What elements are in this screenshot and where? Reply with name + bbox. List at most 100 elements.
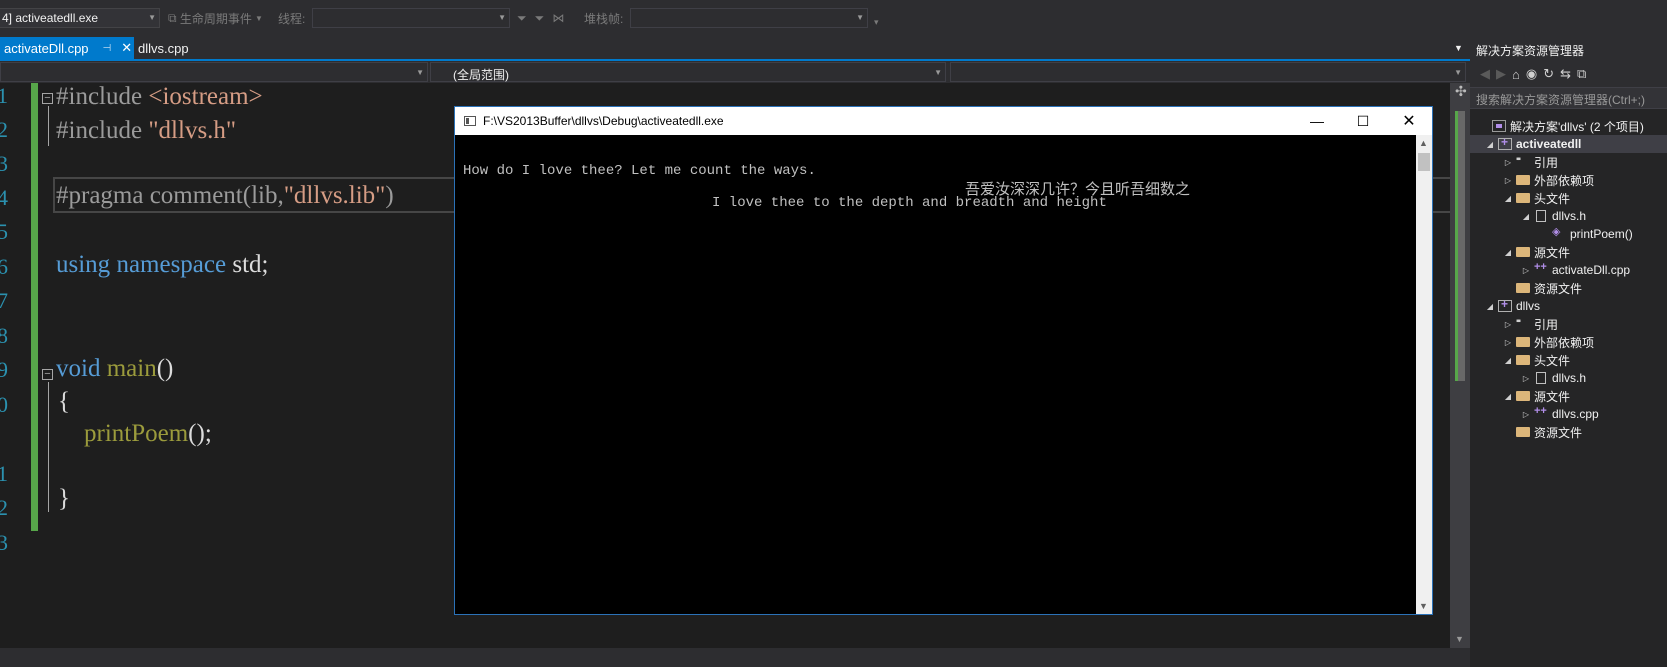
tree-item-external-deps[interactable]: ▷ 外部依赖项: [1502, 171, 1594, 189]
tree-arrow[interactable]: ▷: [1520, 374, 1532, 383]
maximize-icon[interactable]: ☐: [1340, 107, 1386, 135]
tree-item-project-dllvs[interactable]: ◢ dllvs: [1484, 297, 1540, 315]
tree-item-label: activateDll.cpp: [1552, 263, 1631, 277]
minimize-icon[interactable]: —: [1294, 107, 1340, 135]
editor-vertical-scrollbar[interactable]: ✣ ▼: [1450, 83, 1470, 648]
stack-frame-label: 堆栈帧:: [584, 11, 624, 26]
tree-item-references[interactable]: ▷ 引用: [1502, 315, 1558, 333]
navigation-bar: ▼ (全局范围) ▼ ▼: [0, 61, 1470, 83]
folder-icon: [1516, 247, 1530, 257]
tree-arrow[interactable]: ◢: [1484, 302, 1496, 311]
tree-item-resource-files[interactable]: 资源文件: [1502, 279, 1582, 297]
console-title-bar[interactable]: F:\VS2013Buffer\dllvs\Debug\activeatedll…: [455, 107, 1432, 135]
project-combo[interactable]: ▼: [0, 62, 428, 82]
tree-item-references[interactable]: ▷ 引用: [1502, 153, 1558, 171]
console-scrollbar[interactable]: ▲ ▼: [1416, 135, 1432, 614]
tree-item-dllvs-cpp[interactable]: ▷ dllvs.cpp: [1520, 405, 1599, 423]
filter-threads-icon[interactable]: ⏷: [535, 11, 545, 26]
scroll-down-icon[interactable]: ▼: [1419, 601, 1428, 611]
tree-item-header-files[interactable]: ◢ 头文件: [1502, 189, 1570, 207]
tree-item-source-files[interactable]: ◢ 源文件: [1502, 243, 1570, 261]
debug-toolbar: 4] activeatedll.exe ▼ ⧉ 生命周期事件 ▼ 线程: ▼ ⏷…: [0, 0, 1470, 34]
tree-item-printpoem[interactable]: printPoem(): [1538, 225, 1633, 243]
line-number: 8: [0, 323, 8, 348]
filter-icon[interactable]: ⏷: [517, 11, 527, 26]
collapse-icon[interactable]: −: [42, 93, 53, 104]
tree-item-label: 头文件: [1534, 353, 1571, 368]
line-number: 1: [0, 461, 8, 486]
function-token: printPoem: [84, 420, 189, 447]
tree-arrow[interactable]: ▷: [1502, 176, 1514, 185]
vs-icon[interactable]: ◉: [1526, 66, 1537, 82]
expand-threads-icon[interactable]: ⋈: [552, 11, 564, 25]
tab-activatedll-cpp[interactable]: activateDll.cpp ⊣ ✕: [0, 37, 134, 59]
collapse-all-icon[interactable]: ⧉: [1577, 66, 1586, 82]
tree-arrow[interactable]: ◢: [1484, 140, 1496, 149]
tree-item-label: dllvs: [1516, 299, 1541, 313]
solution-search-input[interactable]: 搜索解决方案资源管理器(Ctrl+;): [1470, 87, 1667, 109]
code-line-10: {: [58, 388, 70, 416]
stack-frame-combo[interactable]: ▼: [630, 8, 868, 28]
tree-arrow[interactable]: ◢: [1520, 212, 1532, 221]
tree-item-resource-files[interactable]: 资源文件: [1502, 423, 1582, 441]
tree-arrow[interactable]: ▷: [1520, 266, 1532, 275]
tree-item-label: 源文件: [1534, 245, 1571, 260]
tree-item-project-activeatedll[interactable]: ◢ activeatedll: [1470, 135, 1667, 153]
code-token: {: [58, 388, 70, 415]
lifecycle-events[interactable]: ⧉ 生命周期事件 ▼: [168, 8, 263, 28]
home-icon[interactable]: ⌂: [1512, 67, 1520, 82]
process-combo[interactable]: 4] activeatedll.exe ▼: [0, 8, 160, 28]
project-icon: [1498, 135, 1512, 150]
pin-icon[interactable]: ⊣: [103, 43, 112, 54]
line-number: 3: [0, 530, 8, 555]
tree-item-source-files[interactable]: ◢ 源文件: [1502, 387, 1570, 405]
tree-item-label: 外部依赖项: [1534, 335, 1595, 350]
close-icon[interactable]: ✕: [1386, 107, 1432, 135]
tree-item-label: dllvs.h: [1552, 209, 1587, 223]
scroll-thumb[interactable]: [1418, 153, 1430, 171]
header-file-icon: [1536, 372, 1546, 384]
forward-icon[interactable]: ▶: [1496, 66, 1506, 82]
cpp-file-icon: [1534, 261, 1548, 276]
editor-horizontal-scrollbar[interactable]: [0, 648, 1470, 667]
close-icon[interactable]: ✕: [121, 40, 132, 56]
sync-icon[interactable]: ⇆: [1560, 66, 1571, 82]
tree-item-label: 外部依赖项: [1534, 173, 1595, 188]
tree-arrow[interactable]: ◢: [1502, 248, 1514, 257]
references-icon: [1516, 154, 1530, 168]
console-window[interactable]: F:\VS2013Buffer\dllvs\Debug\activeatedll…: [454, 106, 1433, 615]
tree-arrow[interactable]: ▷: [1502, 158, 1514, 167]
tree-item-solution[interactable]: 解决方案'dllvs' (2 个项目): [1478, 117, 1644, 135]
history-icon[interactable]: ↻: [1543, 66, 1554, 82]
tree-arrow[interactable]: ▷: [1502, 338, 1514, 347]
code-line-6: using namespace std;: [56, 251, 268, 279]
scope-combo[interactable]: (全局范围) ▼: [430, 62, 946, 82]
member-combo[interactable]: ▼: [950, 62, 1466, 82]
thread-combo[interactable]: ▼: [312, 8, 510, 28]
collapse-icon[interactable]: −: [42, 369, 53, 380]
toolbar-overflow-icon[interactable]: ▾: [874, 17, 879, 28]
solution-explorer-toolbar: ◀ ▶ ⌂ ◉ ↻ ⇆ ⧉: [1470, 61, 1667, 87]
chevron-down-icon: ▼: [934, 68, 942, 77]
tree-item-header-files[interactable]: ◢ 头文件: [1502, 351, 1570, 369]
scroll-down-icon[interactable]: ▼: [1455, 634, 1464, 644]
tree-item-dllvs-h[interactable]: ▷ dllvs.h: [1520, 369, 1586, 387]
tree-item-label: 资源文件: [1534, 425, 1583, 440]
tree-arrow[interactable]: ◢: [1502, 356, 1514, 365]
tab-dllvs-cpp[interactable]: dllvs.cpp: [134, 37, 193, 59]
code-token: }: [58, 485, 70, 512]
back-icon[interactable]: ◀: [1480, 66, 1490, 82]
split-editor-icon[interactable]: ✣: [1455, 83, 1467, 100]
tree-arrow[interactable]: ▷: [1520, 410, 1532, 419]
tree-arrow[interactable]: ▷: [1502, 320, 1514, 329]
scroll-up-icon[interactable]: ▲: [1419, 138, 1428, 148]
code-line-4: #pragma comment(lib,"dllvs.lib"): [56, 182, 394, 210]
tree-arrow[interactable]: ◢: [1502, 392, 1514, 401]
tree-item-activatedll-cpp[interactable]: ▷ activateDll.cpp: [1520, 261, 1630, 279]
tree-arrow[interactable]: ◢: [1502, 194, 1514, 203]
tree-item-label: 解决方案'dllvs' (2 个项目): [1510, 119, 1644, 134]
tree-item-external-deps[interactable]: ▷ 外部依赖项: [1502, 333, 1594, 351]
line-number: 5: [0, 219, 8, 244]
tree-item-dllvs-h[interactable]: ◢ dllvs.h: [1520, 207, 1586, 225]
tab-overflow-icon[interactable]: ▼: [1450, 37, 1467, 59]
